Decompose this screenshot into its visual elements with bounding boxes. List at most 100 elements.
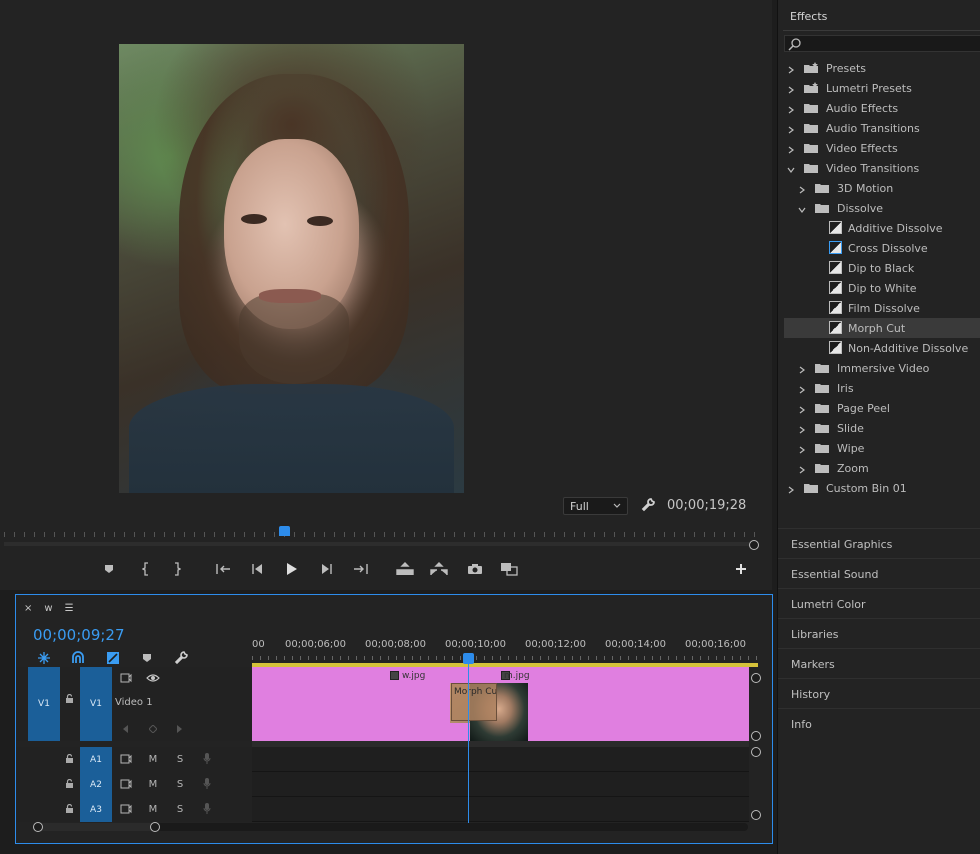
microphone-icon[interactable] bbox=[200, 778, 214, 790]
chevron-right-icon[interactable] bbox=[798, 444, 806, 454]
track-content-a1[interactable] bbox=[252, 747, 749, 772]
target-v1[interactable]: V1 bbox=[80, 667, 112, 741]
vscroll-handle[interactable] bbox=[751, 731, 761, 741]
timeline-playhead[interactable] bbox=[463, 653, 474, 664]
monitor-playhead[interactable] bbox=[279, 526, 290, 536]
prev-keyframe-icon[interactable] bbox=[119, 723, 133, 735]
play-icon[interactable] bbox=[281, 558, 303, 580]
microphone-icon[interactable] bbox=[200, 753, 214, 765]
step-forward-icon[interactable] bbox=[316, 558, 338, 580]
chevron-down-icon[interactable] bbox=[787, 164, 795, 173]
sync-lock-icon[interactable] bbox=[119, 753, 133, 765]
monitor-time-ruler[interactable] bbox=[4, 526, 756, 550]
extract-icon[interactable] bbox=[428, 558, 450, 580]
effects-tree-item[interactable]: Iris bbox=[784, 378, 980, 398]
source-patch-v1[interactable]: V1 bbox=[28, 667, 60, 741]
monitor-zoom-handle[interactable] bbox=[749, 540, 759, 550]
timeline-playhead-line[interactable] bbox=[468, 657, 469, 823]
comparison-view-icon[interactable] bbox=[498, 558, 520, 580]
mute-button[interactable]: M bbox=[146, 753, 160, 765]
effects-tree-item[interactable]: Film Dissolve bbox=[784, 298, 980, 318]
effects-tree-item[interactable]: 3D Motion bbox=[784, 178, 980, 198]
zoom-level-select[interactable]: Full bbox=[563, 497, 628, 515]
microphone-icon[interactable] bbox=[200, 803, 214, 815]
target-a2[interactable]: A2 bbox=[80, 772, 112, 797]
wrench-icon[interactable] bbox=[173, 650, 189, 666]
hscroll-handle-left[interactable] bbox=[33, 822, 43, 832]
target-a3[interactable]: A3 bbox=[80, 797, 112, 822]
track-content-a3[interactable] bbox=[252, 797, 749, 822]
go-to-in-icon[interactable] bbox=[212, 558, 234, 580]
side-panel-tab[interactable]: Essential Sound bbox=[778, 558, 980, 588]
eye-icon[interactable] bbox=[146, 672, 160, 684]
track-content-v1[interactable]: w.jpg m.jpg Morph Cut bbox=[252, 667, 749, 741]
mute-button[interactable]: M bbox=[146, 803, 160, 815]
chevron-right-icon[interactable] bbox=[798, 384, 806, 394]
morph-cut-transition[interactable]: Morph Cut bbox=[451, 683, 497, 721]
effects-tree-item[interactable]: Dip to White bbox=[784, 278, 980, 298]
chevron-right-icon[interactable] bbox=[787, 124, 795, 134]
close-icon[interactable]: × bbox=[24, 603, 32, 614]
target-a1[interactable]: A1 bbox=[80, 747, 112, 772]
add-marker-icon[interactable] bbox=[139, 650, 155, 666]
effects-tree-item[interactable]: Non-Additive Dissolve bbox=[784, 338, 980, 358]
timeline-ruler[interactable]: 00 00;00;06;00 00;00;08;00 00;00;10;00 0… bbox=[252, 639, 758, 669]
effects-tree-item[interactable]: Audio Effects bbox=[784, 98, 980, 118]
wrench-icon[interactable] bbox=[640, 497, 656, 513]
timeline-timecode[interactable]: 00;00;09;27 bbox=[33, 626, 125, 644]
side-panel-tab[interactable]: Markers bbox=[778, 648, 980, 678]
effects-tree-item[interactable]: Dip to Black bbox=[784, 258, 980, 278]
chevron-right-icon[interactable] bbox=[787, 84, 795, 94]
marker-icon[interactable] bbox=[98, 558, 120, 580]
side-panel-tab[interactable]: Libraries bbox=[778, 618, 980, 648]
sync-lock-icon[interactable] bbox=[119, 672, 133, 684]
next-keyframe-icon[interactable] bbox=[173, 723, 187, 735]
effects-tree-item[interactable]: Video Transitions bbox=[784, 158, 980, 178]
effects-tree-item[interactable]: Immersive Video bbox=[784, 358, 980, 378]
effects-tree-item[interactable]: Video Effects bbox=[784, 138, 980, 158]
effects-tree-item[interactable]: Audio Transitions bbox=[784, 118, 980, 138]
menu-icon[interactable]: ☰ bbox=[65, 603, 74, 614]
chevron-right-icon[interactable] bbox=[798, 424, 806, 434]
solo-button[interactable]: S bbox=[173, 803, 187, 815]
timeline-horizontal-scrollbar[interactable] bbox=[36, 823, 748, 831]
sync-lock-icon[interactable] bbox=[119, 803, 133, 815]
vscroll-handle[interactable] bbox=[751, 673, 761, 683]
chevron-right-icon[interactable] bbox=[787, 484, 795, 494]
side-panel-tab[interactable]: History bbox=[778, 678, 980, 708]
effects-tree-item[interactable]: Presets bbox=[784, 58, 980, 78]
chevron-right-icon[interactable] bbox=[787, 104, 795, 114]
snap-magnet-icon[interactable] bbox=[70, 650, 86, 666]
chevron-right-icon[interactable] bbox=[798, 364, 806, 374]
program-timecode[interactable]: 00;00;19;28 bbox=[667, 498, 746, 513]
mute-button[interactable]: M bbox=[146, 778, 160, 790]
effects-search-input[interactable] bbox=[784, 35, 980, 52]
side-panel-tab[interactable]: Essential Graphics bbox=[778, 528, 980, 558]
chevron-right-icon[interactable] bbox=[787, 64, 795, 74]
vscroll-handle[interactable] bbox=[751, 810, 761, 820]
nest-sequence-icon[interactable] bbox=[36, 650, 52, 666]
lock-icon[interactable] bbox=[64, 804, 74, 814]
chevron-right-icon[interactable] bbox=[798, 404, 806, 414]
effects-tree-item[interactable]: Page Peel bbox=[784, 398, 980, 418]
track-name-v1[interactable]: Video 1 bbox=[115, 697, 153, 708]
lock-icon[interactable] bbox=[64, 754, 74, 764]
add-keyframe-icon[interactable] bbox=[146, 723, 160, 735]
solo-button[interactable]: S bbox=[173, 753, 187, 765]
effects-tree-item[interactable]: Additive Dissolve bbox=[784, 218, 980, 238]
mark-in-icon[interactable] bbox=[135, 558, 157, 580]
mark-out-icon[interactable] bbox=[166, 558, 188, 580]
solo-button[interactable]: S bbox=[173, 778, 187, 790]
side-panel-tab[interactable]: Info bbox=[778, 708, 980, 738]
chevron-right-icon[interactable] bbox=[798, 464, 806, 474]
add-button-icon[interactable] bbox=[730, 558, 752, 580]
effects-tree-item[interactable]: Morph Cut bbox=[784, 318, 980, 338]
effects-tree-item[interactable]: Zoom bbox=[784, 458, 980, 478]
effects-tree-item[interactable]: Dissolve bbox=[784, 198, 980, 218]
lock-icon[interactable] bbox=[64, 694, 74, 704]
effects-tree-item[interactable]: Cross Dissolve bbox=[784, 238, 980, 258]
camera-icon[interactable] bbox=[464, 558, 486, 580]
go-to-out-icon[interactable] bbox=[350, 558, 372, 580]
sync-lock-icon[interactable] bbox=[119, 778, 133, 790]
lock-icon[interactable] bbox=[64, 779, 74, 789]
